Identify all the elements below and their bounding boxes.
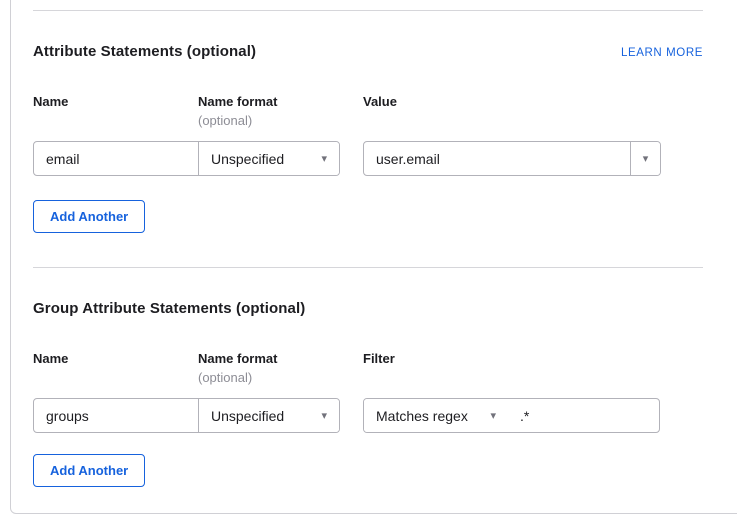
group-attribute-statement-row: Unspecified ▾ Matches regex ▾ — [33, 398, 703, 433]
value-dropdown-button[interactable]: ▾ — [630, 142, 660, 175]
section-divider — [33, 10, 703, 11]
add-another-attribute-button[interactable]: Add Another — [33, 200, 145, 233]
attribute-name-input[interactable] — [34, 142, 198, 175]
name-format-select[interactable]: Unspecified ▾ — [198, 142, 339, 175]
dropdown-caret-icon: ▾ — [321, 153, 327, 164]
filter-operator-selected-value: Matches regex — [376, 408, 468, 424]
dropdown-caret-icon: ▾ — [643, 153, 649, 164]
name-format-optional-note: (optional) — [198, 370, 703, 386]
filter-operator-select[interactable]: Matches regex ▾ — [364, 399, 508, 432]
column-header-name: Name — [33, 94, 198, 110]
attribute-statements-heading: Attribute Statements (optional) — [33, 43, 256, 61]
column-header-value: Value — [363, 94, 703, 110]
name-and-format-group: Unspecified ▾ — [33, 141, 340, 176]
column-header-filter: Filter — [363, 351, 703, 367]
attribute-value-input[interactable] — [364, 142, 630, 175]
column-header-name-format: Name format — [198, 94, 363, 110]
add-another-group-attribute-button[interactable]: Add Another — [33, 454, 145, 487]
value-group: ▾ — [363, 141, 661, 176]
section-divider — [33, 267, 703, 268]
dropdown-caret-icon: ▾ — [490, 410, 496, 421]
group-name-and-format-group: Unspecified ▾ — [33, 398, 340, 433]
attribute-column-headers: Name Name format Value — [33, 94, 703, 110]
group-attribute-column-headers: Name Name format Filter — [33, 351, 703, 367]
attribute-statements-header: Attribute Statements (optional) LEARN MO… — [33, 43, 703, 61]
learn-more-link[interactable]: LEARN MORE — [621, 46, 703, 60]
group-name-format-select[interactable]: Unspecified ▾ — [198, 399, 339, 432]
card-content: Attribute Statements (optional) LEARN MO… — [33, 10, 703, 487]
group-attribute-statements-heading: Group Attribute Statements (optional) — [33, 300, 305, 318]
column-header-name-format: Name format — [198, 351, 363, 367]
filter-group: Matches regex ▾ — [363, 398, 660, 433]
group-attribute-name-input[interactable] — [34, 399, 198, 432]
name-format-optional-note: (optional) — [198, 113, 703, 129]
name-format-selected-value: Unspecified — [211, 151, 284, 167]
filter-value-input[interactable] — [508, 399, 659, 432]
group-name-format-selected-value: Unspecified — [211, 408, 284, 424]
attribute-statement-row: Unspecified ▾ ▾ — [33, 141, 703, 176]
dropdown-caret-icon: ▾ — [321, 410, 327, 421]
saml-settings-card: Attribute Statements (optional) LEARN MO… — [10, 0, 737, 514]
column-header-name: Name — [33, 351, 198, 367]
group-attribute-statements-header: Group Attribute Statements (optional) — [33, 300, 703, 318]
